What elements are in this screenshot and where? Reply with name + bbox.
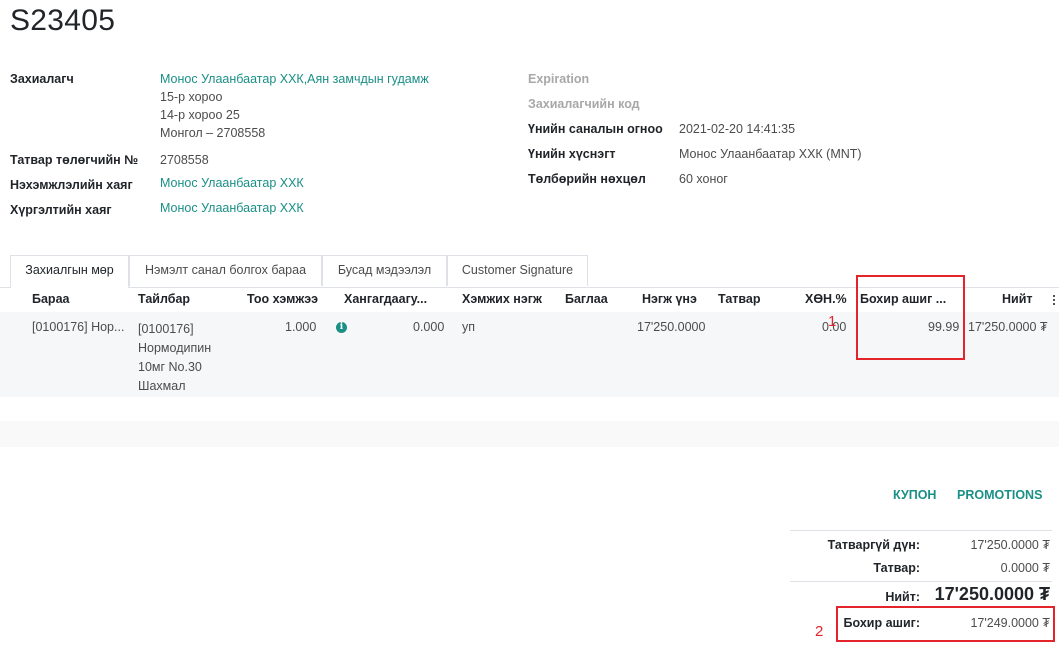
line-uom[interactable]: уп xyxy=(462,320,475,334)
col-tax[interactable]: Татвар xyxy=(718,292,761,306)
line-description-2: Нормодипин xyxy=(138,341,212,355)
tax-id-value[interactable]: 2708558 xyxy=(160,151,209,169)
col-unit-price[interactable]: Нэгж үнэ xyxy=(642,292,697,306)
coupon-button[interactable]: КУПОН xyxy=(893,488,936,502)
line-delivered: 0.000 xyxy=(413,320,445,334)
customer-address-line-2: 14-р хороо 25 xyxy=(160,108,240,122)
column-options-icon[interactable] xyxy=(1053,295,1056,307)
pricelist-label: Үнийн хүснэгт xyxy=(528,147,616,161)
payment-terms-label: Төлбөрийн нөхцөл xyxy=(528,172,646,186)
invoice-address-link[interactable]: Монос Улаанбаатар ХХК xyxy=(160,176,304,190)
quote-date-value[interactable]: 2021-02-20 14:41:35 xyxy=(679,120,795,138)
col-uom[interactable]: Хэмжих нэгж xyxy=(462,292,542,306)
totals-divider-mid xyxy=(790,581,1052,582)
table-empty-row xyxy=(0,421,1059,447)
customer-block: Монос Улаанбаатар ХХК,Аян замчдын гудамж… xyxy=(160,70,429,142)
col-description[interactable]: Тайлбар xyxy=(138,292,190,306)
tab-other-info[interactable]: Бусад мэдээлэл xyxy=(322,255,447,286)
annotation-2: 2 xyxy=(815,623,824,640)
annotation-1: 1 xyxy=(828,313,837,330)
delivery-address-link[interactable]: Монос Улаанбаатар ХХК xyxy=(160,201,304,215)
promotions-button[interactable]: PROMOTIONS xyxy=(957,488,1042,502)
col-discount[interactable]: ХӨН.% xyxy=(805,292,847,306)
highlight-box-margin-column xyxy=(856,275,965,360)
col-subtotal[interactable]: Нийт xyxy=(1002,292,1033,306)
totals-divider-top xyxy=(790,530,1052,531)
tab-optional-products[interactable]: Нэмэлт санал болгох бараа xyxy=(129,255,322,286)
tax-label: Татвар: xyxy=(873,561,920,575)
col-product[interactable]: Бараа xyxy=(32,292,69,306)
line-description[interactable]: [0100176] Нормодипин 10мг No.30 Шахмал xyxy=(138,320,211,396)
delivery-address-label: Хүргэлтийн хаяг xyxy=(10,203,112,217)
untaxed-label: Татваргүй дүн: xyxy=(827,538,920,552)
expiration-label: Expiration xyxy=(528,72,590,86)
tab-order-lines[interactable]: Захиалгын мөр xyxy=(10,255,129,288)
col-package[interactable]: Баглаа xyxy=(565,292,608,306)
line-description-3: 10мг No.30 xyxy=(138,360,202,374)
payment-terms-value[interactable]: 60 хоног xyxy=(679,170,728,188)
total-label: Нийт: xyxy=(885,590,920,604)
col-delivered[interactable]: Хангагдаагу... xyxy=(344,292,427,306)
order-title: S23405 xyxy=(10,4,116,37)
line-description-4: Шахмал xyxy=(138,379,186,393)
invoice-address-label: Нэхэмжлэлийн хаяг xyxy=(10,178,133,192)
line-subtotal: 17'250.0000 ₮ xyxy=(968,320,1048,334)
total-value: 17'250.0000 ₮ xyxy=(934,584,1050,604)
line-unit-price[interactable]: 17'250.0000 xyxy=(637,320,705,334)
col-quantity[interactable]: Тоо хэмжээ xyxy=(247,292,318,306)
customer-ref-label: Захиалагчийн код xyxy=(528,97,640,111)
tax-value: 0.0000 ₮ xyxy=(1000,561,1050,575)
line-description-1: [0100176] xyxy=(138,322,194,336)
customer-link[interactable]: Монос Улаанбаатар ХХК,Аян замчдын гудамж xyxy=(160,70,429,88)
customer-address-line-1: 15-р хороо xyxy=(160,90,223,104)
tab-customer-signature[interactable]: Customer Signature xyxy=(447,255,588,286)
line-product[interactable]: [0100176] Нор... xyxy=(32,320,124,334)
line-quantity[interactable]: 1.000 xyxy=(285,320,316,334)
pricelist-value[interactable]: Монос Улаанбаатар ХХК (MNT) xyxy=(679,145,862,163)
quote-date-label: Үнийн саналын огноо xyxy=(528,122,663,136)
tax-id-label: Татвар төлөгчийн № xyxy=(10,153,139,167)
info-icon[interactable]: i xyxy=(336,320,347,334)
customer-label: Захиалагч xyxy=(10,72,74,86)
highlight-box-margin-total xyxy=(836,606,1055,642)
untaxed-value: 17'250.0000 ₮ xyxy=(970,538,1050,552)
customer-address-line-3: Монгол – 2708558 xyxy=(160,126,266,140)
